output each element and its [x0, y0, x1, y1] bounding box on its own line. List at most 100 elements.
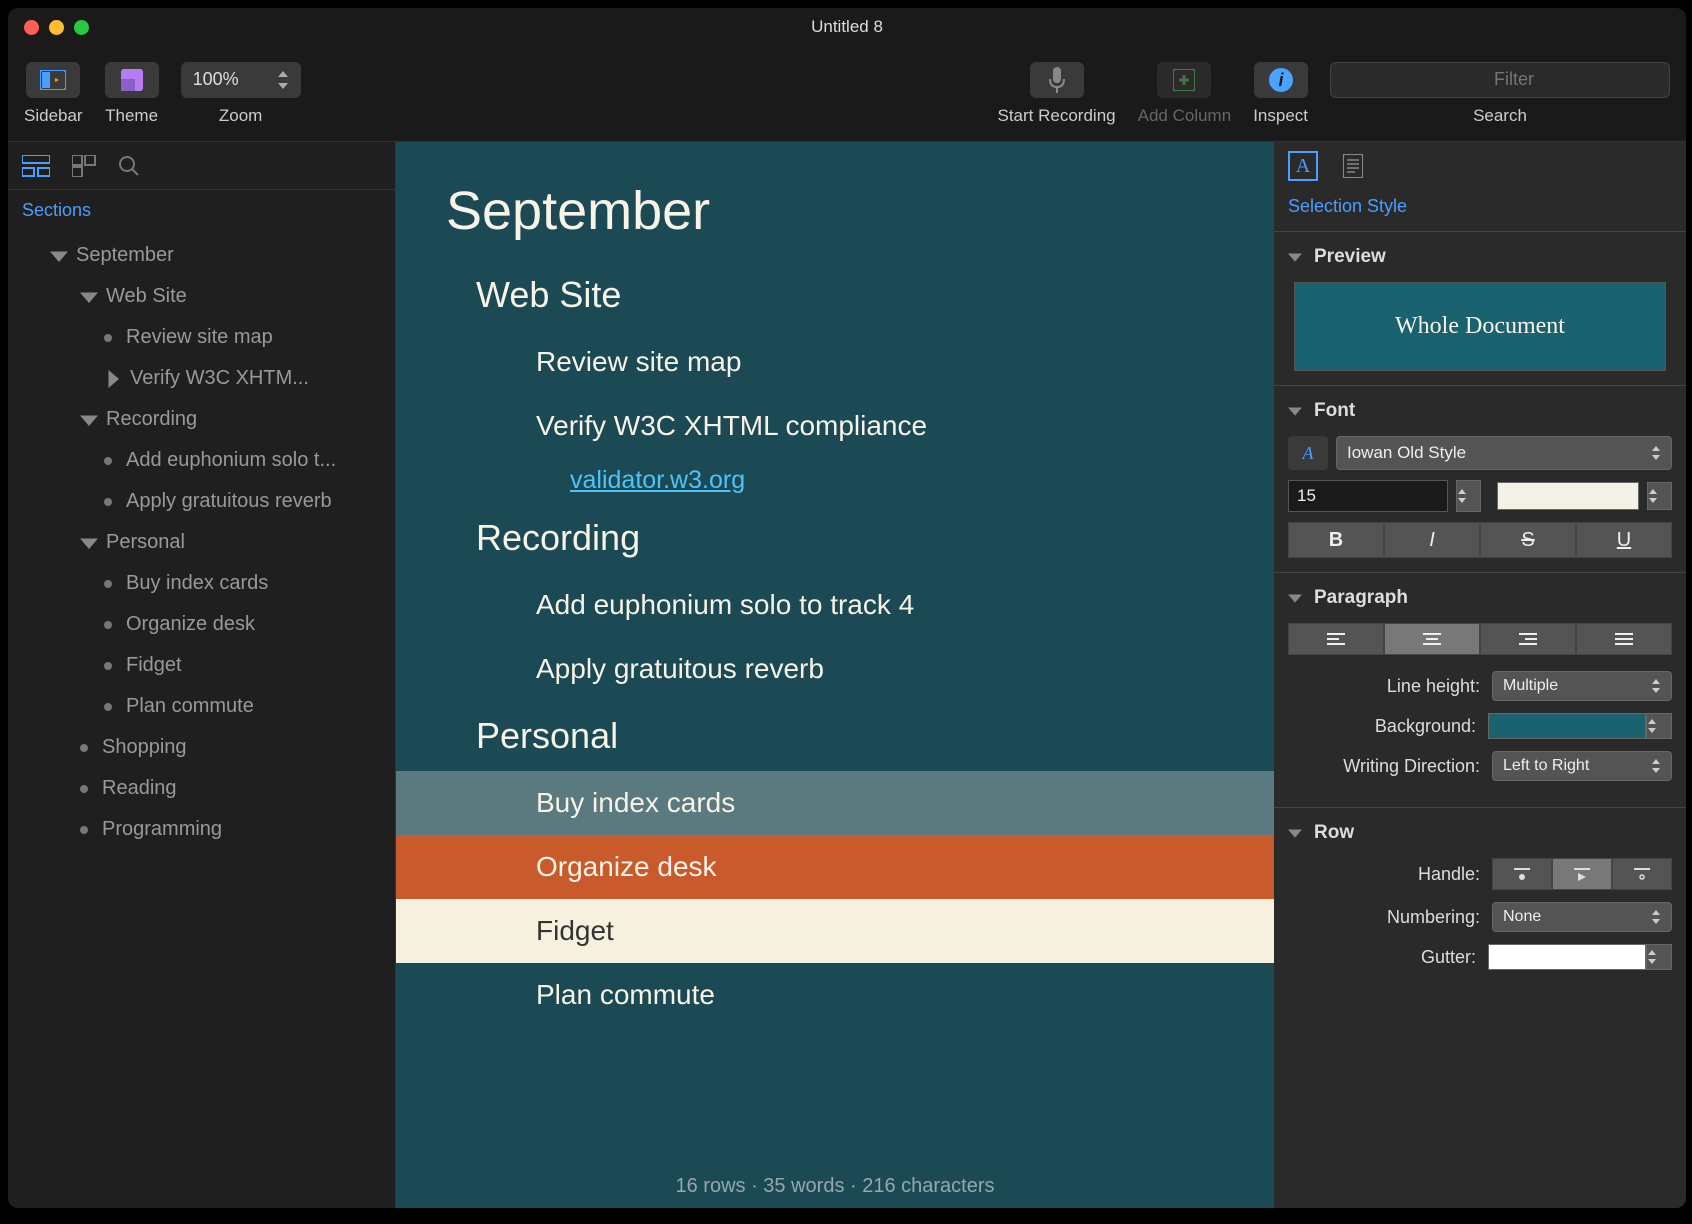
tree-item-leaf[interactable]: Shopping	[8, 727, 395, 768]
theme-button[interactable]	[105, 62, 159, 98]
font-family-select[interactable]: Iowan Old Style	[1336, 436, 1672, 470]
minimize-window-button[interactable]	[49, 20, 64, 35]
doc-row[interactable]: Fidget	[396, 899, 1274, 963]
doc-heading-2[interactable]: Recording	[396, 503, 1274, 573]
bullet-icon	[80, 785, 88, 793]
writing-direction-label: Writing Direction:	[1343, 756, 1480, 777]
zoom-value: 100%	[193, 69, 239, 90]
tree-item-leaf[interactable]: Add euphonium solo t...	[8, 440, 395, 481]
text-color-swatch[interactable]	[1497, 482, 1639, 510]
disclosure-down-icon	[80, 288, 98, 306]
add-column-label: Add Column	[1138, 106, 1232, 126]
background-color-swatch[interactable]	[1488, 713, 1646, 739]
tree-item-leaf[interactable]: Apply gratuitous reverb	[8, 481, 395, 522]
handle-option-3[interactable]	[1612, 858, 1672, 890]
tree-item-leaf[interactable]: Organize desk	[8, 604, 395, 645]
paragraph-header[interactable]: Paragraph	[1288, 587, 1672, 609]
tree-item-leaf[interactable]: Review site map	[8, 317, 395, 358]
align-right-button[interactable]	[1480, 623, 1576, 655]
tree-item-leaf[interactable]: Reading	[8, 768, 395, 809]
tree-item-section[interactable]: Personal	[8, 522, 395, 563]
handle-label: Handle:	[1418, 864, 1480, 885]
bullet-icon	[104, 580, 112, 588]
disclosure-right-icon	[104, 370, 122, 388]
font-size-stepper[interactable]	[1456, 480, 1481, 512]
sidebar-label: Sidebar	[24, 106, 83, 126]
sections-view-icon[interactable]	[22, 155, 50, 177]
tree-item-section[interactable]: Recording	[8, 399, 395, 440]
sidebar-toggle-button[interactable]	[26, 62, 80, 98]
text-color-stepper[interactable]	[1647, 482, 1672, 510]
doc-heading-2[interactable]: Personal	[396, 701, 1274, 771]
doc-row[interactable]: Review site map	[396, 330, 1274, 394]
row-header[interactable]: Row	[1288, 822, 1672, 844]
align-justify-button[interactable]	[1576, 623, 1672, 655]
add-column-button[interactable]	[1157, 62, 1211, 98]
inspect-label: Inspect	[1253, 106, 1308, 126]
disclosure-down-icon	[50, 247, 68, 265]
document-area[interactable]: September Web Site Review site map Verif…	[396, 142, 1274, 1208]
start-recording-button[interactable]	[1030, 62, 1084, 98]
handle-option-2[interactable]	[1552, 858, 1612, 890]
underline-button[interactable]: U	[1576, 522, 1672, 558]
doc-heading-1[interactable]: September	[396, 162, 1274, 260]
window-title: Untitled 8	[811, 17, 883, 37]
font-size-input[interactable]	[1288, 480, 1448, 512]
preview-header[interactable]: Preview	[1288, 246, 1672, 268]
find-view-icon[interactable]	[118, 155, 140, 177]
bullet-icon	[104, 498, 112, 506]
doc-link[interactable]: validator.w3.org	[396, 458, 1274, 503]
italic-button[interactable]: I	[1384, 522, 1480, 558]
zoom-select[interactable]: 100%	[181, 62, 301, 98]
disclosure-down-icon	[80, 534, 98, 552]
doc-row[interactable]: Add euphonium solo to track 4	[396, 573, 1274, 637]
bullet-icon	[80, 744, 88, 752]
style-tab[interactable]: A	[1288, 151, 1318, 181]
doc-row[interactable]: Apply gratuitous reverb	[396, 637, 1274, 701]
tree-item-leaf[interactable]: Programming	[8, 809, 395, 850]
strikethrough-button[interactable]: S	[1480, 522, 1576, 558]
document-tab[interactable]	[1338, 151, 1368, 181]
gutter-color-swatch[interactable]	[1488, 944, 1646, 970]
close-window-button[interactable]	[24, 20, 39, 35]
line-height-select[interactable]: Multiple	[1492, 671, 1672, 701]
writing-direction-select[interactable]: Left to Right	[1492, 751, 1672, 781]
stepper-icon	[277, 71, 289, 89]
tree-item-root[interactable]: September	[8, 235, 395, 276]
sidebar-tree: September Web Site Review site map Verif…	[8, 231, 395, 1208]
align-center-button[interactable]	[1384, 623, 1480, 655]
disclosure-down-icon	[1288, 826, 1302, 840]
doc-row[interactable]: Verify W3C XHTML compliance	[396, 394, 1274, 458]
chevron-updown-icon	[1651, 679, 1661, 693]
maximize-window-button[interactable]	[74, 20, 89, 35]
document-icon	[1343, 154, 1363, 178]
tree-item-section[interactable]: Web Site	[8, 276, 395, 317]
align-left-button[interactable]	[1288, 623, 1384, 655]
background-stepper[interactable]	[1646, 713, 1672, 739]
doc-row[interactable]: Buy index cards	[396, 771, 1274, 835]
inspect-button[interactable]: i	[1254, 62, 1308, 98]
filter-input[interactable]	[1330, 62, 1670, 98]
sections-label: Sections	[8, 190, 395, 231]
bold-button[interactable]: B	[1288, 522, 1384, 558]
tree-item-leaf[interactable]: Buy index cards	[8, 563, 395, 604]
theme-label: Theme	[105, 106, 158, 126]
gutter-stepper[interactable]	[1646, 944, 1672, 970]
handle-option-1[interactable]	[1492, 858, 1552, 890]
font-header[interactable]: Font	[1288, 400, 1672, 422]
doc-heading-2[interactable]: Web Site	[396, 260, 1274, 330]
theme-icon	[121, 69, 143, 91]
info-icon: i	[1269, 68, 1293, 92]
tree-item-leaf[interactable]: Plan commute	[8, 686, 395, 727]
tree-item-leaf[interactable]: Verify W3C XHTM...	[8, 358, 395, 399]
tree-item-leaf[interactable]: Fidget	[8, 645, 395, 686]
inspector-panel: A Selection Style Preview Whole Document…	[1274, 142, 1686, 1208]
bullet-icon	[104, 457, 112, 465]
styles-view-icon[interactable]	[72, 155, 96, 177]
gutter-label: Gutter:	[1421, 947, 1476, 968]
handle-line-icon	[1632, 867, 1652, 881]
doc-row[interactable]: Plan commute	[396, 963, 1274, 1027]
doc-row[interactable]: Organize desk	[396, 835, 1274, 899]
numbering-select[interactable]: None	[1492, 902, 1672, 932]
preview-box: Whole Document	[1294, 282, 1666, 371]
